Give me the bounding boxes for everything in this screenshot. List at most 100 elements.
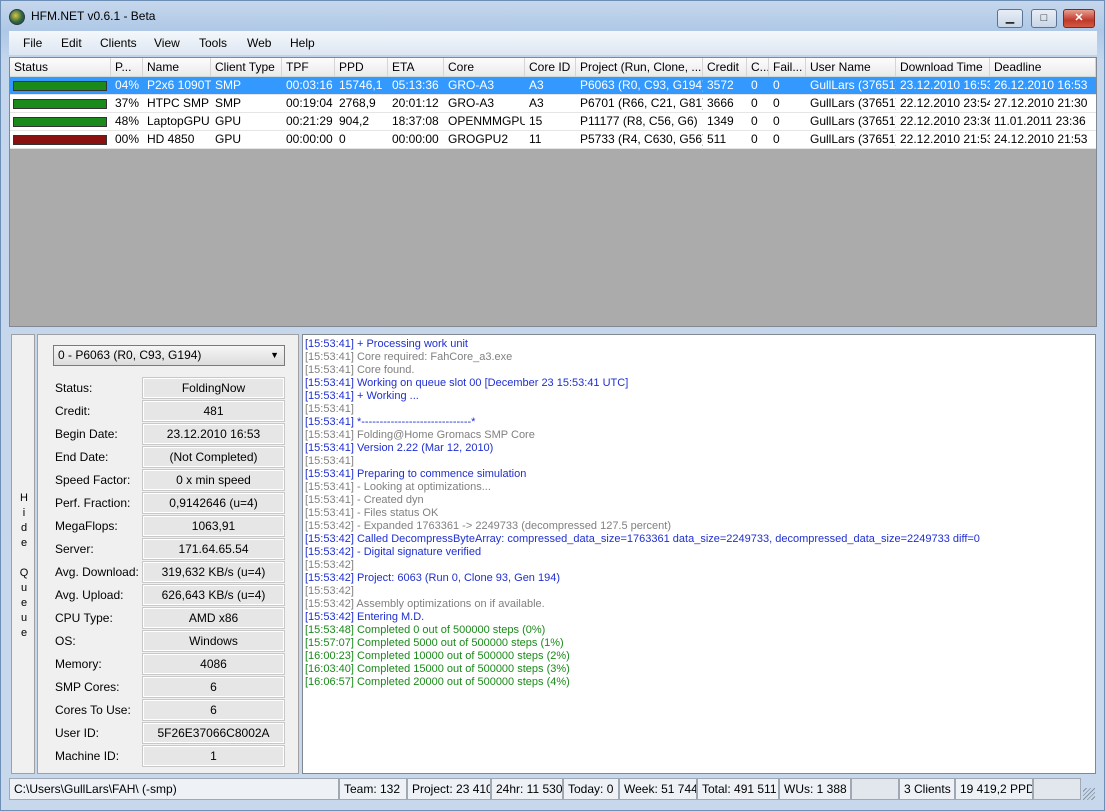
status-team: Team: 132 — [339, 778, 407, 800]
col-client-type-cell: SMP — [215, 96, 242, 110]
col-failed-header[interactable]: Fail... — [769, 58, 806, 77]
col-failed-cell: 0 — [773, 132, 780, 146]
status-indicator-cell — [10, 113, 111, 131]
col-name-cell: P2x6 1090T — [147, 78, 211, 92]
col-client-type-header[interactable]: Client Type — [211, 58, 282, 77]
col-credit-header[interactable]: Credit — [703, 58, 747, 77]
col-download-time-cell: 22.12.2010 23:54 — [900, 96, 990, 110]
col-project-cell: P11177 (R8, C56, G6) — [580, 114, 698, 128]
col-core-header[interactable]: Core — [444, 58, 525, 77]
client-row[interactable]: 48% LaptopGPU GPU 00:21:29 904,2 18:37:08 OPEN… — [10, 113, 1096, 131]
status-color-bar — [13, 99, 107, 109]
col-completed-cell: 0 — [751, 78, 758, 92]
client-row[interactable]: 37% HTPC SMP SMP 00:19:04 2768,9 20:01:12 GRO-… — [10, 95, 1096, 113]
col-progress-header[interactable]: P... — [111, 58, 143, 77]
col-completed-header[interactable]: C... — [747, 58, 769, 77]
resize-grip-icon[interactable] — [1083, 788, 1095, 800]
log-line: [15:53:48] Completed 0 out of 500000 ste… — [305, 624, 546, 636]
menu-tools[interactable]: Tools — [199, 36, 227, 50]
col-name-header[interactable]: Name — [143, 58, 211, 77]
status-clients: 3 Clients — [899, 778, 955, 800]
log-line: [15:53:41] - Files status OK — [305, 507, 439, 519]
maximize-button[interactable]: □ — [1031, 9, 1057, 28]
menu-help[interactable]: Help — [290, 36, 315, 50]
col-name-cell: LaptopGPU — [147, 114, 210, 128]
queue-entry-select[interactable]: 0 - P6063 (R0, C93, G194) ▼ — [53, 345, 285, 366]
menu-clients[interactable]: Clients — [100, 36, 137, 50]
log-viewer[interactable]: [15:53:41] + Processing work unit [15:53:… — [302, 334, 1096, 774]
col-status-header[interactable]: Status — [10, 58, 111, 77]
col-credit-cell: 3572 — [707, 78, 734, 92]
col-deadline-header[interactable]: Deadline — [990, 58, 1096, 77]
title-bar[interactable]: HFM.NET v0.6.1 - Beta ▁ □ ✕ — [1, 1, 1104, 31]
queue-field-value: 6 — [142, 699, 285, 721]
close-icon: ✕ — [1074, 12, 1084, 24]
queue-field-value: FoldingNow — [142, 377, 285, 399]
col-project-cell: P6063 (R0, C93, G194) — [580, 78, 703, 92]
col-deadline-cell: 26.12.2010 16:53 — [994, 78, 1088, 92]
queue-field-value: 171.64.65.54 — [142, 538, 285, 560]
col-eta-header[interactable]: ETA — [388, 58, 444, 77]
col-ppd-header[interactable]: PPD — [335, 58, 388, 77]
hide-queue-button[interactable]: Hide Queue — [11, 334, 35, 774]
log-line: [15:53:42] Entering M.D. — [305, 611, 425, 623]
log-line: [15:53:41] Working on queue slot 00 [Dec… — [305, 377, 629, 389]
status-total: Total: 491 511 — [697, 778, 779, 800]
log-line: [15:53:42] — [305, 559, 354, 571]
col-core-id-header[interactable]: Core ID — [525, 58, 576, 77]
queue-field-label: Server: — [55, 542, 94, 556]
status-spacer-2 — [1033, 778, 1081, 800]
queue-field-label: CPU Type: — [55, 611, 113, 625]
log-line: [16:03:40] Completed 15000 out of 500000… — [305, 663, 570, 675]
log-line: [15:53:41] + Processing work unit — [305, 338, 468, 350]
clients-grid: Status P... Name Client Type TPF PPD ETA Core Co… — [9, 57, 1097, 327]
col-credit-cell: 1349 — [707, 114, 734, 128]
maximize-icon: □ — [1040, 12, 1048, 24]
col-client-type-cell: GPU — [215, 132, 242, 146]
status-wus: WUs: 1 388 — [779, 778, 851, 800]
col-core-cell: GRO-A3 — [448, 78, 495, 92]
log-line: [15:53:41] Preparing to commence simulat… — [305, 468, 527, 480]
queue-field-label: Machine ID: — [55, 749, 120, 763]
col-completed-cell: 0 — [751, 96, 758, 110]
col-credit-cell: 511 — [707, 132, 727, 146]
col-user-name-header[interactable]: User Name — [806, 58, 896, 77]
col-project-header[interactable]: Project (Run, Clone, ... — [576, 58, 703, 77]
col-core-id-cell: A3 — [529, 78, 544, 92]
queue-panel: 0 - P6063 (R0, C93, G194) ▼ Status: Foldi… — [37, 334, 299, 774]
queue-field-label: Perf. Fraction: — [55, 496, 131, 510]
col-eta-cell: 00:00:00 — [392, 132, 439, 146]
menu-view[interactable]: View — [154, 36, 180, 50]
queue-field-value: 319,632 KB/s (u=4) — [142, 561, 285, 583]
log-line: [16:06:57] Completed 20000 out of 500000… — [305, 676, 570, 688]
col-deadline-cell: 24.12.2010 21:53 — [994, 132, 1088, 146]
col-project-cell: P5733 (R4, C630, G56) — [580, 132, 703, 146]
log-line: [15:53:41] - Looking at optimizations... — [305, 481, 491, 493]
queue-field-value: AMD x86 — [142, 607, 285, 629]
col-download-time-header[interactable]: Download Time — [896, 58, 990, 77]
queue-field-label: OS: — [55, 634, 76, 648]
col-client-type-cell: GPU — [215, 114, 242, 128]
queue-field-label: Credit: — [55, 404, 91, 418]
client-row[interactable]: 04% P2x6 1090T SMP 00:03:16 15746,1 05:13:36 G… — [10, 77, 1096, 95]
client-row[interactable]: 00% HD 4850 GPU 00:00:00 0 00:00:00 GROGPU2 11 P… — [10, 131, 1096, 149]
queue-field-value: Windows — [142, 630, 285, 652]
queue-field-label: Speed Factor: — [55, 473, 131, 487]
col-failed-cell: 0 — [773, 114, 780, 128]
queue-field-label: Memory: — [55, 657, 102, 671]
status-indicator-cell — [10, 131, 111, 149]
queue-field-value: 0 x min speed — [142, 469, 285, 491]
menu-file[interactable]: File — [23, 36, 42, 50]
col-core-id-cell: 11 — [529, 132, 542, 146]
col-tpf-cell: 00:21:29 — [286, 114, 333, 128]
menu-edit[interactable]: Edit — [61, 36, 82, 50]
col-tpf-cell: 00:19:04 — [286, 96, 333, 110]
log-line: [15:53:42] — [305, 585, 354, 597]
minimize-button[interactable]: ▁ — [997, 9, 1023, 28]
col-tpf-cell: 00:00:00 — [286, 132, 333, 146]
col-user-name-cell: GullLars (37651) — [810, 114, 896, 128]
log-line: [15:53:41] - Created dyn — [305, 494, 424, 506]
col-tpf-header[interactable]: TPF — [282, 58, 335, 77]
menu-web[interactable]: Web — [247, 36, 271, 50]
close-button[interactable]: ✕ — [1063, 9, 1095, 28]
